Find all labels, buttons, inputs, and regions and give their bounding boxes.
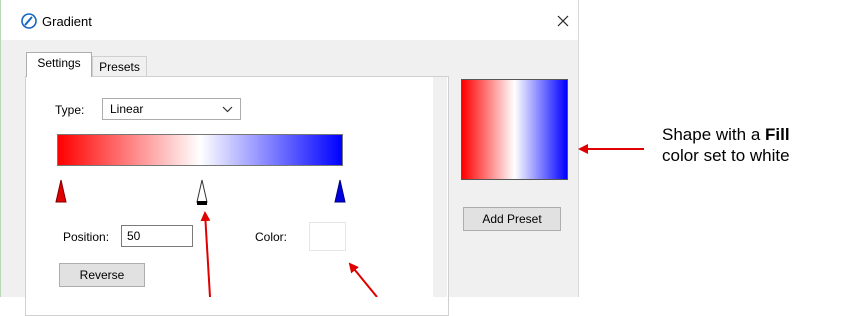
window-title: Gradient bbox=[42, 14, 92, 29]
color-swatch[interactable] bbox=[309, 222, 346, 251]
stop-marker-white[interactable] bbox=[196, 179, 208, 203]
pen-circle-icon bbox=[21, 13, 37, 29]
position-input[interactable] bbox=[121, 225, 193, 247]
stop-marker-blue[interactable] bbox=[334, 179, 346, 203]
selected-stop-indicator bbox=[197, 201, 207, 205]
tab-settings[interactable]: Settings bbox=[26, 52, 92, 77]
gradient-preview bbox=[461, 79, 568, 180]
callout-line1-pre: Shape with a bbox=[662, 125, 766, 144]
color-label: Color: bbox=[255, 230, 288, 244]
position-label: Position: bbox=[63, 230, 110, 244]
add-preset-button[interactable]: Add Preset bbox=[463, 207, 561, 231]
annotation-callout: Shape with a Fill color set to white bbox=[662, 124, 790, 166]
type-select-value: Linear bbox=[110, 102, 144, 116]
tab-presets[interactable]: Presets bbox=[92, 56, 147, 77]
callout-line1-bold: Fill bbox=[765, 125, 790, 144]
callout-line2: color set to white bbox=[662, 146, 790, 165]
reverse-button[interactable]: Reverse bbox=[59, 263, 145, 287]
chevron-down-icon bbox=[222, 106, 233, 113]
gradient-bar[interactable] bbox=[57, 134, 343, 166]
stop-marker-red[interactable] bbox=[55, 179, 67, 203]
close-icon[interactable] bbox=[553, 11, 573, 31]
type-label: Type: bbox=[55, 103, 85, 117]
type-select[interactable]: Linear bbox=[102, 98, 241, 120]
title-bar: Gradient bbox=[1, 0, 578, 40]
panel-scrollbar[interactable] bbox=[433, 77, 447, 297]
